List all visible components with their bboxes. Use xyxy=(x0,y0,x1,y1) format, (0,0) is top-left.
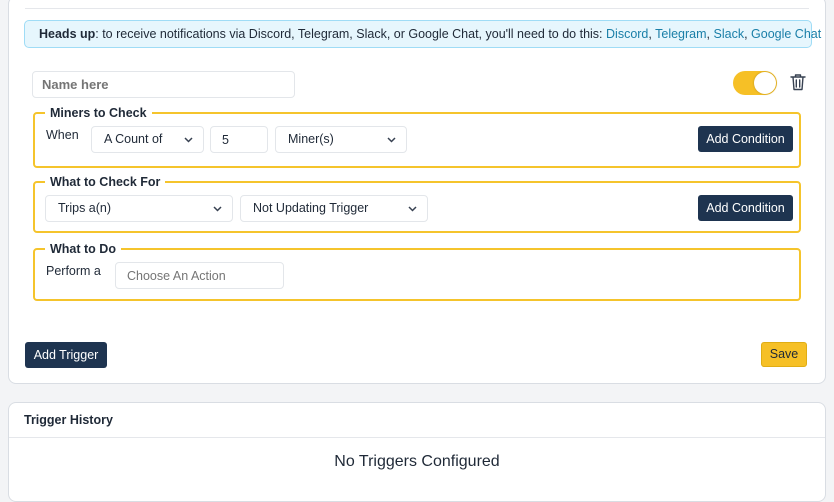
discord-link[interactable]: Discord xyxy=(606,27,648,41)
notification-alert: Heads up: to receive notifications via D… xyxy=(24,20,821,48)
empty-state-message: No Triggers Configured xyxy=(334,453,500,470)
card-header: Trigger History xyxy=(9,403,825,438)
slack-link[interactable]: Slack xyxy=(714,27,745,41)
chevron-down-icon xyxy=(408,206,417,212)
divider xyxy=(25,8,809,9)
add-condition-button[interactable]: Add Condition xyxy=(698,195,793,221)
section-legend: What to Check For xyxy=(50,175,161,189)
unit-select[interactable]: Miner(s) xyxy=(275,126,407,153)
when-label: When xyxy=(46,128,79,142)
telegram-link[interactable]: Telegram xyxy=(655,27,706,41)
count-select[interactable]: A Count of xyxy=(91,126,204,153)
count-select-value: A Count of xyxy=(104,132,163,146)
section-legend: What to Do xyxy=(50,242,116,256)
add-trigger-button[interactable]: Add Trigger xyxy=(25,342,107,368)
alert-text: : to receive notifications via Discord, … xyxy=(95,27,607,41)
trips-select-value: Trips a(n) xyxy=(58,201,112,215)
add-condition-button[interactable]: Add Condition xyxy=(698,126,793,152)
unit-select-value: Miner(s) xyxy=(288,132,334,146)
history-title: Trigger History xyxy=(24,413,113,427)
google-chat-link[interactable]: Google Chat xyxy=(751,27,821,41)
trigger-history-card: Trigger History No Triggers Configured xyxy=(8,402,826,502)
toggle-knob xyxy=(754,72,776,94)
trash-icon[interactable] xyxy=(790,73,806,91)
trigger-type-value: Not Updating Trigger xyxy=(253,201,369,215)
chevron-down-icon xyxy=(213,206,222,212)
save-button[interactable]: Save xyxy=(761,342,807,367)
trips-select[interactable]: Trips a(n) xyxy=(45,195,233,222)
trigger-name-input[interactable] xyxy=(32,71,295,98)
section-legend: Miners to Check xyxy=(50,106,147,120)
chevron-down-icon xyxy=(387,137,396,143)
perform-label: Perform a xyxy=(46,264,101,278)
trigger-enabled-toggle[interactable] xyxy=(733,71,777,95)
count-value-input[interactable] xyxy=(210,126,268,153)
alert-heading: Heads up xyxy=(39,27,96,41)
chevron-down-icon xyxy=(184,137,193,143)
action-input[interactable] xyxy=(115,262,284,289)
trigger-type-select[interactable]: Not Updating Trigger xyxy=(240,195,428,222)
